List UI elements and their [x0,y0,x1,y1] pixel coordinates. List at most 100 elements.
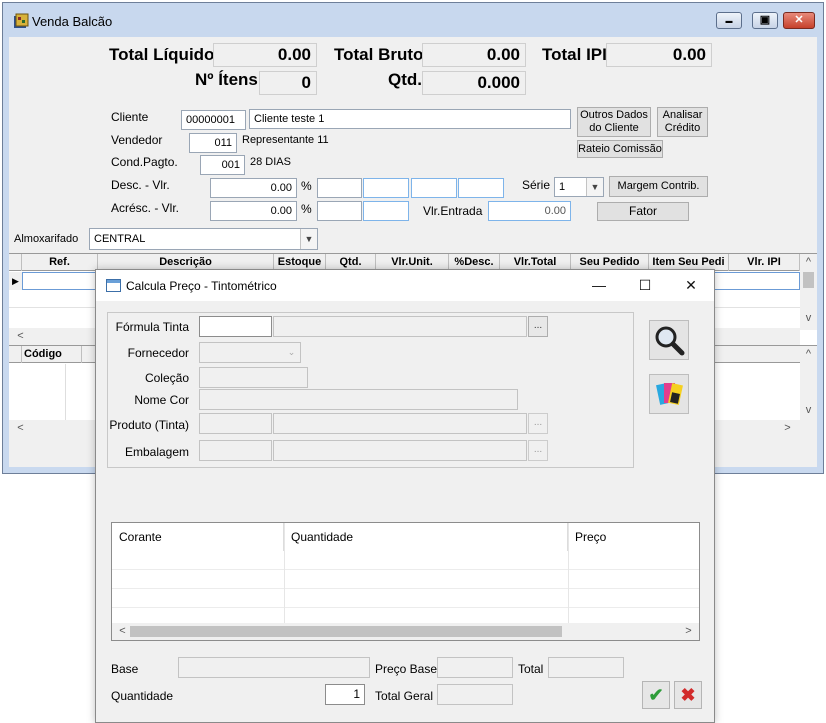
preco-base-label: Preço Base [375,662,438,676]
scroll-up-icon[interactable]: ^ [800,346,817,363]
produto-tinta-name-field [273,413,527,434]
scroll-down-icon[interactable]: v [800,310,817,327]
table-row[interactable] [112,570,699,589]
confirm-button[interactable]: ✔ [642,681,670,709]
table-row[interactable] [112,551,699,570]
quantidade-label: Quantidade [111,689,174,703]
vendedor-code-field[interactable]: 011 [189,133,237,153]
corante-grid-hscroll[interactable]: < > [112,623,699,640]
total-ipi-label: Total IPI [542,45,607,64]
desc-extra-field-3[interactable] [458,178,504,198]
almoxarifado-label: Almoxarifado [14,233,79,245]
col-ref[interactable]: Ref. [22,254,98,271]
vlr-entrada-label: Vlr.Entrada [423,204,483,218]
col-corante[interactable]: Corante [112,523,284,551]
serie-select[interactable]: 1 ▼ [554,177,604,197]
total-bruto-label: Total Bruto [334,45,424,64]
serie-value: 1 [559,181,566,193]
cond-pagto-code-field[interactable]: 001 [200,155,245,175]
serie-label: Série [522,178,551,192]
acresc-percent-symbol: % [301,202,312,216]
acresc-label: Acrésc. - Vlr. [111,201,180,215]
base-label: Base [111,662,139,676]
cond-pagto-label: Cond.Pagto. [111,155,178,169]
scroll-left-icon[interactable]: < [12,420,29,437]
minimize-button[interactable]: ▬ [716,12,742,29]
formula-tinta-lookup-button[interactable]: ... [528,316,548,337]
desc-extra-field-1[interactable] [363,178,409,198]
dialog-titlebar[interactable]: Calcula Preço - Tintométrico — ☐ ✕ [96,270,714,301]
check-icon: ✔ [648,685,664,705]
col-vlr-ipi[interactable]: Vlr. IPI [729,254,800,271]
desc-percent-field[interactable] [317,178,362,198]
venda-balcao-titlebar[interactable]: Venda Balcão ▬ ▣ ✕ [3,3,823,37]
embalagem-name-field [273,440,527,461]
corante-grid[interactable]: Corante Quantidade Preço < > [111,522,700,641]
close-icon: ✕ [794,14,804,26]
scroll-right-icon[interactable]: > [680,623,697,640]
cliente-code-field[interactable]: 00000001 [181,110,246,130]
maximize-button[interactable]: ▣ [752,12,778,29]
vendedor-label: Vendedor [111,133,163,147]
window-title: Venda Balcão [32,14,113,29]
desc-percent-symbol: % [301,179,312,193]
desc-extra-field-2[interactable] [411,178,457,198]
fator-button[interactable]: Fator [597,202,689,221]
formula-tinta-code-field[interactable] [199,316,272,337]
scroll-left-icon[interactable]: < [114,623,131,640]
vlr-entrada-field[interactable]: 0.00 [488,201,571,221]
produto-tinta-code-field [199,413,272,434]
cliente-name-field[interactable]: Cliente teste 1 [249,109,571,129]
outros-dados-cliente-button[interactable]: Outros Dados do Cliente [577,107,651,137]
qtd-label: Qtd. [388,70,422,89]
nome-cor-field [199,389,518,410]
acresc-value-field[interactable]: 0.00 [210,201,297,221]
color-palette-button[interactable] [649,374,689,414]
scroll-down-icon[interactable]: v [800,402,817,419]
vendedor-name: Representante 11 [242,134,329,146]
window-icon [106,279,121,292]
produto-tinta-lookup-button[interactable]: ... [528,413,548,434]
formula-tinta-name-field [273,316,527,337]
base-field [178,657,370,678]
grid-divider [284,523,285,624]
chevron-down-icon[interactable]: ▼ [586,178,603,196]
maximize-icon[interactable]: ☐ [622,270,668,301]
scroll-left-icon[interactable]: < [12,328,29,345]
chevron-down-icon[interactable]: ▼ [300,229,317,249]
maximize-icon: ▣ [759,14,771,26]
embalagem-lookup-button[interactable]: ... [528,440,548,461]
lower-grid-vscroll[interactable]: ^ v [800,346,817,422]
minimize-icon[interactable]: — [576,270,622,301]
col-codigo[interactable]: Código [22,346,82,363]
col-preco[interactable]: Preço [568,523,699,551]
desc-label: Desc. - Vlr. [111,178,170,192]
items-grid-vscroll[interactable]: ^ v [800,254,817,330]
scroll-right-icon[interactable]: > [779,420,796,437]
calcula-preco-dialog: Calcula Preço - Tintométrico — ☐ ✕ Fórmu… [95,269,715,723]
row-indicator-header [9,346,22,363]
col-quantidade[interactable]: Quantidade [284,523,568,551]
margem-contrib-button[interactable]: Margem Contrib. [609,176,708,197]
close-icon[interactable]: ✕ [668,270,714,301]
row-indicator-header [9,254,22,271]
color-palette-icon [656,382,683,406]
cancel-button[interactable]: ✖ [674,681,702,709]
acresc-percent-field[interactable] [317,201,362,221]
acresc-extra-field[interactable] [363,201,409,221]
scroll-thumb[interactable] [130,626,562,637]
table-row[interactable] [112,589,699,608]
close-button[interactable]: ✕ [783,12,815,29]
scroll-up-icon[interactable]: ^ [800,254,817,271]
rateio-comissao-button[interactable]: Rateio Comissão [577,140,663,158]
preco-base-field [437,657,513,678]
formula-group: Fórmula Tinta ... Fornecedor ⌄ Coleção N… [107,312,634,468]
quantidade-field[interactable]: 1 [325,684,365,705]
search-button[interactable] [649,320,689,360]
desc-value-field[interactable]: 0.00 [210,178,297,198]
analisar-credito-button[interactable]: Analisar Crédito [657,107,708,137]
almoxarifado-select[interactable]: CENTRAL ▼ [89,228,318,250]
fornecedor-label: Fornecedor [127,346,189,360]
scroll-thumb[interactable] [803,272,814,288]
qtd-value: 0.000 [422,71,526,95]
